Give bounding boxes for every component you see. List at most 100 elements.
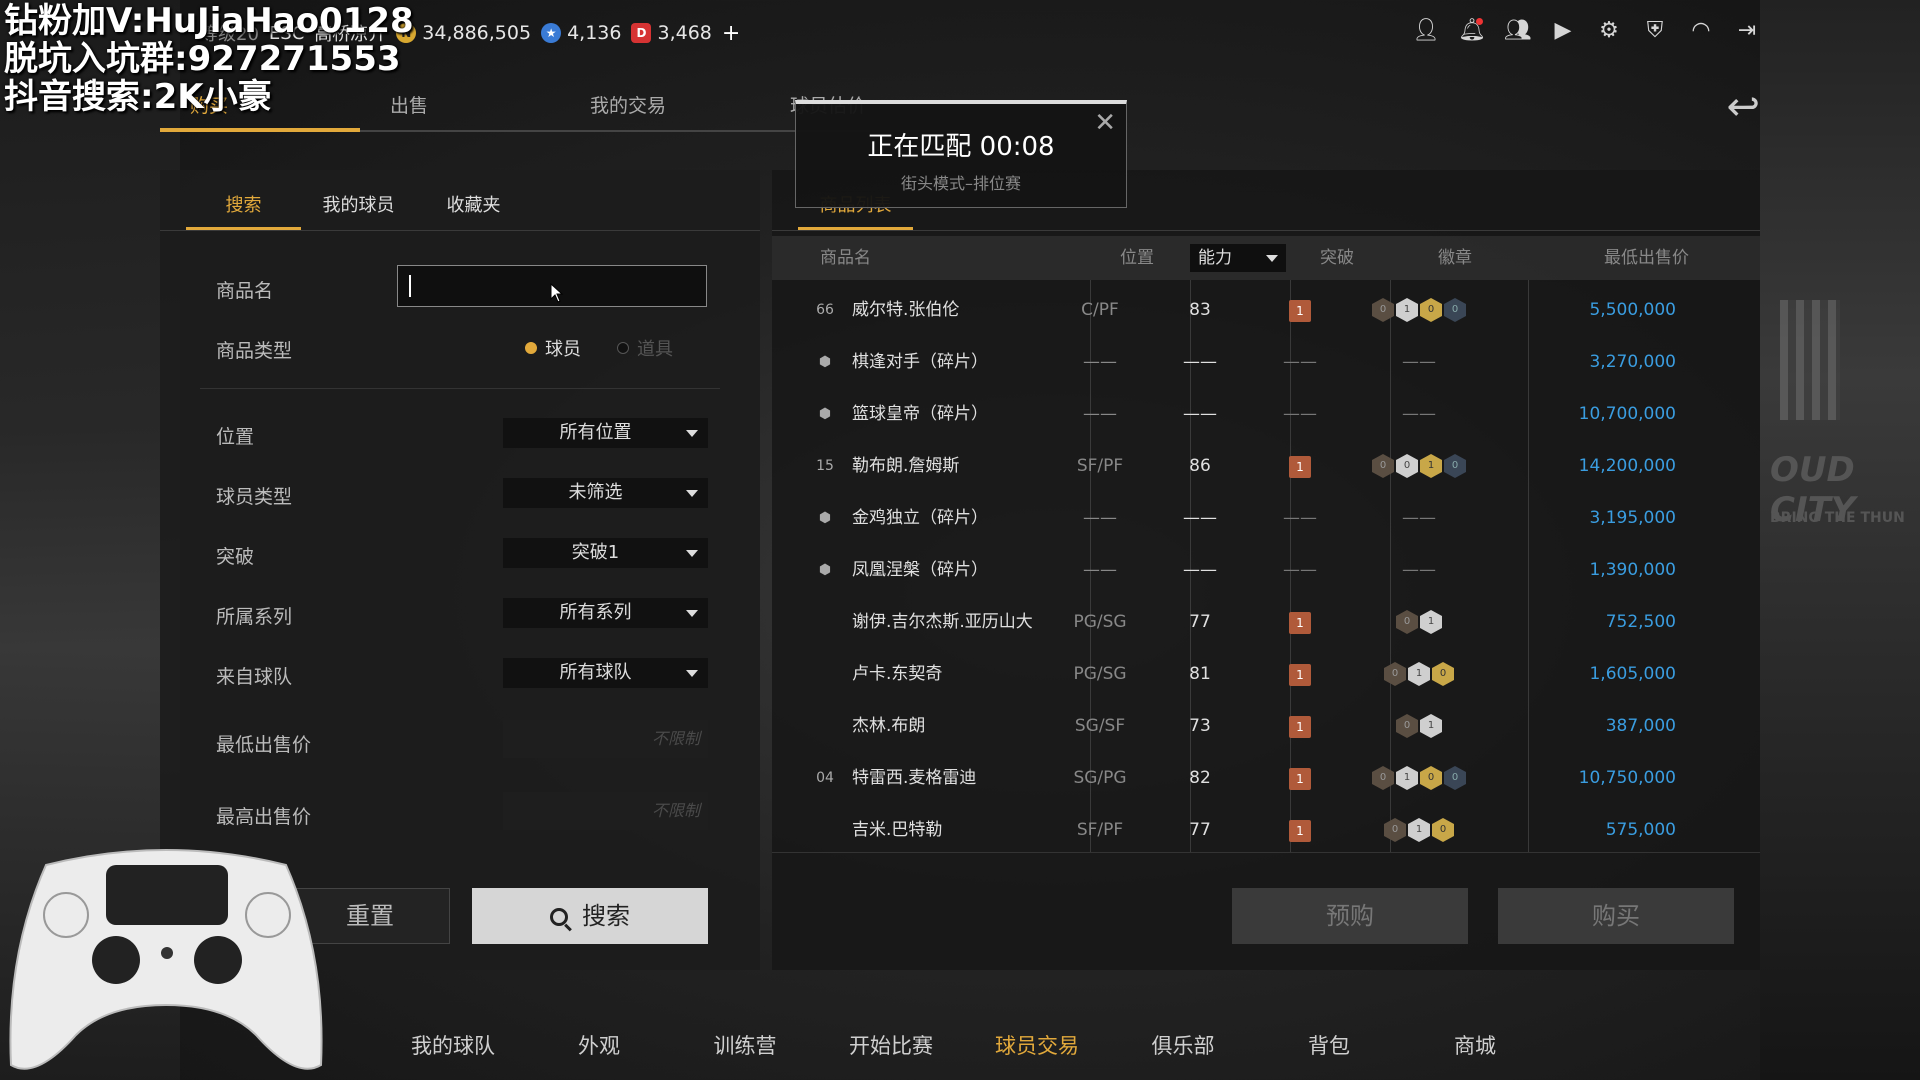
badge-hex-icon: 0 <box>1396 610 1418 634</box>
divider <box>772 852 1760 853</box>
tab-my-players[interactable]: 我的球员 <box>301 184 416 230</box>
series-select[interactable]: 所有系列 <box>503 598 708 628</box>
chevron-down-icon <box>686 550 698 557</box>
top-icons: 👤︎ 🔔︎ 👥︎ ▶ ⚙ ⛨ ◠ ⇥ <box>1412 18 1760 44</box>
badge-hex-icon: 0 <box>1372 298 1394 322</box>
item-name: 勒布朗.詹姆斯 <box>852 456 960 476</box>
nav-my-team[interactable]: 我的球队 <box>380 1030 526 1060</box>
star-icon: ★ <box>541 23 562 43</box>
header-min-price[interactable]: 最低出售价 <box>1604 236 1689 280</box>
team-select[interactable]: 所有球队 <box>503 658 708 688</box>
jersey-number-icon <box>814 700 836 752</box>
table-row[interactable]: 吉米.巴特勒 SF/PF 77 1 010 575,000 <box>772 804 1760 856</box>
nav-backpack[interactable]: 背包 <box>1256 1030 1402 1060</box>
friends-icon[interactable]: 👥︎ <box>1504 18 1532 44</box>
bottom-nav: 我的球队 外观 训练营 开始比赛 球员交易 俱乐部 背包 商城 <box>380 1030 1548 1060</box>
item-overall: 81 <box>1189 664 1211 684</box>
chevron-down-icon <box>686 670 698 677</box>
badge-hex-icon: 0 <box>1372 766 1394 790</box>
jersey-number-icon <box>814 596 836 648</box>
header-position[interactable]: 位置 <box>1120 236 1154 280</box>
table-row[interactable]: ⬢ 篮球皇帝（碎片） —— —— —— —— 10,700,000 <box>772 388 1760 440</box>
table-row[interactable]: ⬢ 棋逢对手（碎片） —— —— —— —— 3,270,000 <box>772 336 1760 388</box>
item-price: 1,605,000 <box>1589 664 1676 684</box>
item-breakthrough: —— <box>1283 404 1317 424</box>
add-currency-button[interactable]: + <box>722 21 740 46</box>
radio-item[interactable]: 道具 <box>617 335 673 361</box>
player-type-label: 球员类型 <box>216 486 293 508</box>
item-breakthrough: —— <box>1283 508 1317 528</box>
matchmaking-popup: 正在匹配 00:08 街头模式–排位赛 ✕ <box>795 100 1127 208</box>
table-row[interactable]: ⬢ 凤凰涅槃（碎片） —— —— —— —— 1,390,000 <box>772 544 1760 596</box>
radio-player[interactable]: 球员 <box>525 335 581 361</box>
badge-hex-icon: 0 <box>1444 454 1466 478</box>
item-price: 10,750,000 <box>1578 768 1676 788</box>
item-position: —— <box>1083 352 1117 372</box>
item-breakthrough: 1 <box>1250 284 1350 336</box>
breakthrough-badge: 1 <box>1289 300 1311 322</box>
tab-search[interactable]: 搜索 <box>186 184 301 230</box>
item-name: 谢伊.吉尔杰斯.亚历山大 <box>852 612 1033 632</box>
item-breakthrough: —— <box>1283 560 1317 580</box>
item-price: 10,700,000 <box>1578 404 1676 424</box>
nav-player-trade[interactable]: 球员交易 <box>964 1030 1110 1060</box>
flag-decoration <box>1780 300 1840 420</box>
header-badges[interactable]: 徽章 <box>1438 236 1472 280</box>
table-row[interactable]: 谢伊.吉尔杰斯.亚历山大 PG/SG 77 1 01 752,500 <box>772 596 1760 648</box>
vc-currency: N 34,886,505 <box>396 22 531 44</box>
nav-store[interactable]: 商城 <box>1402 1030 1548 1060</box>
item-badges: 0100 <box>1350 284 1488 336</box>
table-row[interactable]: 66 威尔特.张伯伦 C/PF 83 1 0100 5,500,000 <box>772 284 1760 336</box>
sort-select[interactable]: 能力 <box>1190 244 1286 272</box>
header-breakthrough[interactable]: 突破 <box>1320 236 1354 280</box>
nav-start-game[interactable]: 开始比赛 <box>818 1030 964 1060</box>
table-row[interactable]: 杰林.布朗 SG/SF 73 1 01 387,000 <box>772 700 1760 752</box>
divider <box>772 230 1760 231</box>
card-pack-icon: ⬢ <box>818 406 832 422</box>
item-name-input[interactable] <box>397 265 707 307</box>
buy-button[interactable]: 购买 <box>1498 888 1734 944</box>
back-arrow-icon[interactable]: ↩ <box>1726 84 1760 130</box>
item-type-label: 商品类型 <box>216 340 293 362</box>
support-headset-icon[interactable]: ◠ <box>1688 18 1714 44</box>
chevron-down-icon <box>686 490 698 497</box>
badge-hex-icon: 0 <box>1444 766 1466 790</box>
position-select[interactable]: 所有位置 <box>503 418 708 448</box>
max-price-input[interactable]: 不限制 <box>503 792 708 830</box>
tab-favorites[interactable]: 收藏夹 <box>416 184 531 230</box>
item-breakthrough: 1 <box>1250 804 1350 856</box>
tab-my-trades[interactable]: 我的交易 <box>560 86 760 132</box>
breakthrough-select[interactable]: 突破1 <box>503 538 708 568</box>
badge-hex-icon: 0 <box>1384 662 1406 686</box>
item-overall: 77 <box>1189 612 1211 632</box>
settings-gear-icon[interactable]: ⚙ <box>1596 18 1622 44</box>
table-row[interactable]: ⬢ 金鸡独立（碎片） —— —— —— —— 3,195,000 <box>772 492 1760 544</box>
logout-icon[interactable]: ⇥ <box>1734 18 1760 44</box>
item-badges: 010 <box>1350 804 1488 856</box>
shield-icon[interactable]: ⛨ <box>1642 18 1668 44</box>
search-button[interactable]: 搜索 <box>472 888 708 944</box>
table-row[interactable]: 15 勒布朗.詹姆斯 SF/PF 86 1 0010 14,200,000 <box>772 440 1760 492</box>
profile-icon[interactable]: 👤︎ <box>1412 18 1440 44</box>
header-name[interactable]: 商品名 <box>820 236 871 280</box>
close-icon[interactable]: ✕ <box>1094 110 1116 136</box>
item-badges: 01 <box>1350 596 1488 648</box>
star-currency: ★ 4,136 <box>541 22 621 44</box>
item-name: 威尔特.张伯伦 <box>852 300 960 320</box>
nav-appearance[interactable]: 外观 <box>526 1030 672 1060</box>
preorder-button[interactable]: 预购 <box>1232 888 1468 944</box>
badge-hex-icon: 0 <box>1420 766 1442 790</box>
player-type-select[interactable]: 未筛选 <box>503 478 708 508</box>
table-row[interactable]: 卢卡.东契奇 PG/SG 81 1 010 1,605,000 <box>772 648 1760 700</box>
video-play-icon[interactable]: ▶ <box>1550 18 1576 44</box>
item-overall: 83 <box>1189 300 1211 320</box>
badge-hex-icon: 1 <box>1408 662 1430 686</box>
item-price: 3,195,000 <box>1589 508 1676 528</box>
nav-training-camp[interactable]: 训练营 <box>672 1030 818 1060</box>
item-overall: 82 <box>1189 768 1211 788</box>
notification-bell-icon[interactable]: 🔔︎ <box>1458 18 1486 44</box>
table-row[interactable]: 04 特雷西.麦格雷迪 SG/PG 82 1 0100 10,750,000 <box>772 752 1760 804</box>
item-name: 金鸡独立（碎片） <box>852 508 988 528</box>
min-price-input[interactable]: 不限制 <box>503 720 708 758</box>
nav-club[interactable]: 俱乐部 <box>1110 1030 1256 1060</box>
